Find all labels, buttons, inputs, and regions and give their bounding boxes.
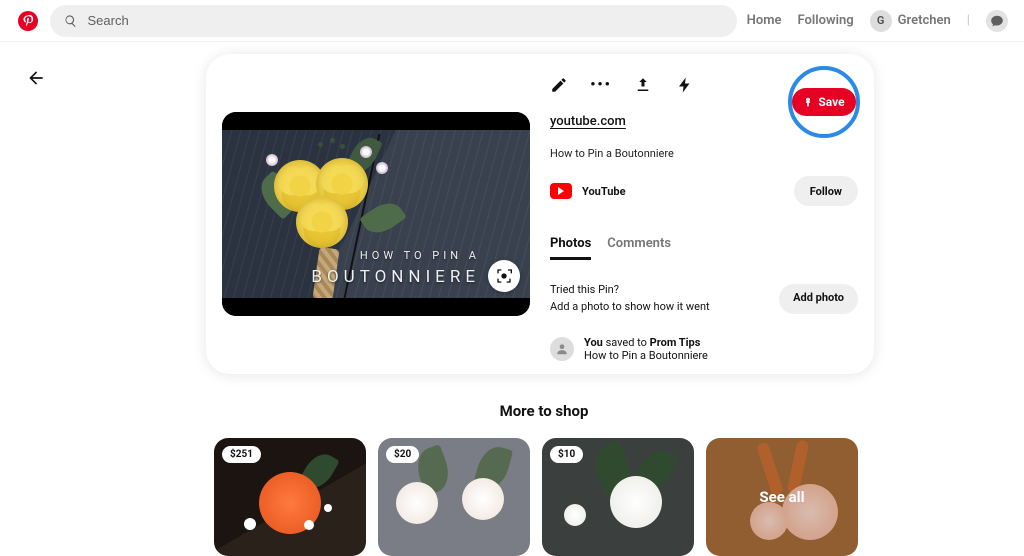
app-header: Home Following G Gretchen | [0, 0, 1024, 42]
tab-comments[interactable]: Comments [607, 236, 671, 260]
price-badge: $20 [386, 446, 419, 463]
youtube-icon [550, 183, 572, 199]
more-to-shop: More to shop $251 $20 $10 See all [214, 402, 874, 556]
save-button[interactable]: Save [792, 88, 855, 116]
creator-name[interactable]: YouTube [582, 185, 626, 198]
user-avatar-icon [550, 337, 574, 361]
pin-card: HOW TO PIN A BOUTONNIERE ••• Save [206, 54, 874, 374]
header-nav: Home Following G Gretchen | [747, 10, 1008, 32]
pin-image-caption: HOW TO PIN A BOUTONNIERE [311, 248, 518, 290]
board-name[interactable]: Prom Tips [650, 336, 701, 349]
shop-item[interactable]: $20 [378, 438, 530, 556]
tried-pin-prompt: Tried this Pin? Add a photo to show how … [550, 282, 858, 315]
avatar-initial: G [870, 10, 892, 32]
add-photo-button[interactable]: Add photo [779, 284, 858, 314]
share-icon[interactable] [634, 76, 652, 94]
tab-photos[interactable]: Photos [550, 236, 591, 260]
saved-subtitle: How to Pin a Boutonniere [584, 349, 708, 362]
shop-item[interactable]: $251 [214, 438, 366, 556]
visual-search-icon[interactable] [488, 260, 520, 292]
source-link[interactable]: youtube.com [550, 114, 626, 129]
edit-icon[interactable] [550, 76, 568, 94]
price-badge: $251 [222, 446, 261, 463]
more-to-shop-title: More to shop [214, 402, 874, 420]
search-input[interactable] [88, 13, 723, 28]
pin-icon [803, 96, 813, 108]
you-label: You [584, 336, 603, 349]
see-all-label: See all [706, 438, 858, 556]
shop-item[interactable]: $10 [542, 438, 694, 556]
bolt-icon[interactable] [676, 76, 694, 94]
nav-home[interactable]: Home [747, 13, 782, 28]
pin-image[interactable]: HOW TO PIN A BOUTONNIERE [222, 112, 530, 316]
pinterest-logo-icon[interactable] [16, 9, 40, 33]
follow-button[interactable]: Follow [794, 176, 858, 206]
save-highlight-circle: Save [788, 66, 860, 138]
messages-icon[interactable] [986, 10, 1008, 32]
user-menu[interactable]: G Gretchen [870, 10, 951, 32]
shop-item-see-all[interactable]: See all [706, 438, 858, 556]
user-name: Gretchen [898, 13, 951, 28]
price-badge: $10 [550, 446, 583, 463]
saved-info: You saved to Prom Tips How to Pin a Bout… [550, 336, 708, 362]
creator-row: YouTube Follow [550, 176, 858, 206]
search-bar[interactable] [50, 5, 737, 37]
back-button[interactable] [22, 64, 50, 92]
pin-title: How to Pin a Boutonniere [550, 147, 858, 160]
pin-tabs: Photos Comments [550, 236, 858, 260]
pin-details: ••• Save youtube.com How to Pin a Bouton… [550, 70, 858, 358]
search-icon [64, 14, 78, 28]
more-options-icon[interactable]: ••• [592, 76, 610, 94]
nav-following[interactable]: Following [798, 13, 854, 28]
